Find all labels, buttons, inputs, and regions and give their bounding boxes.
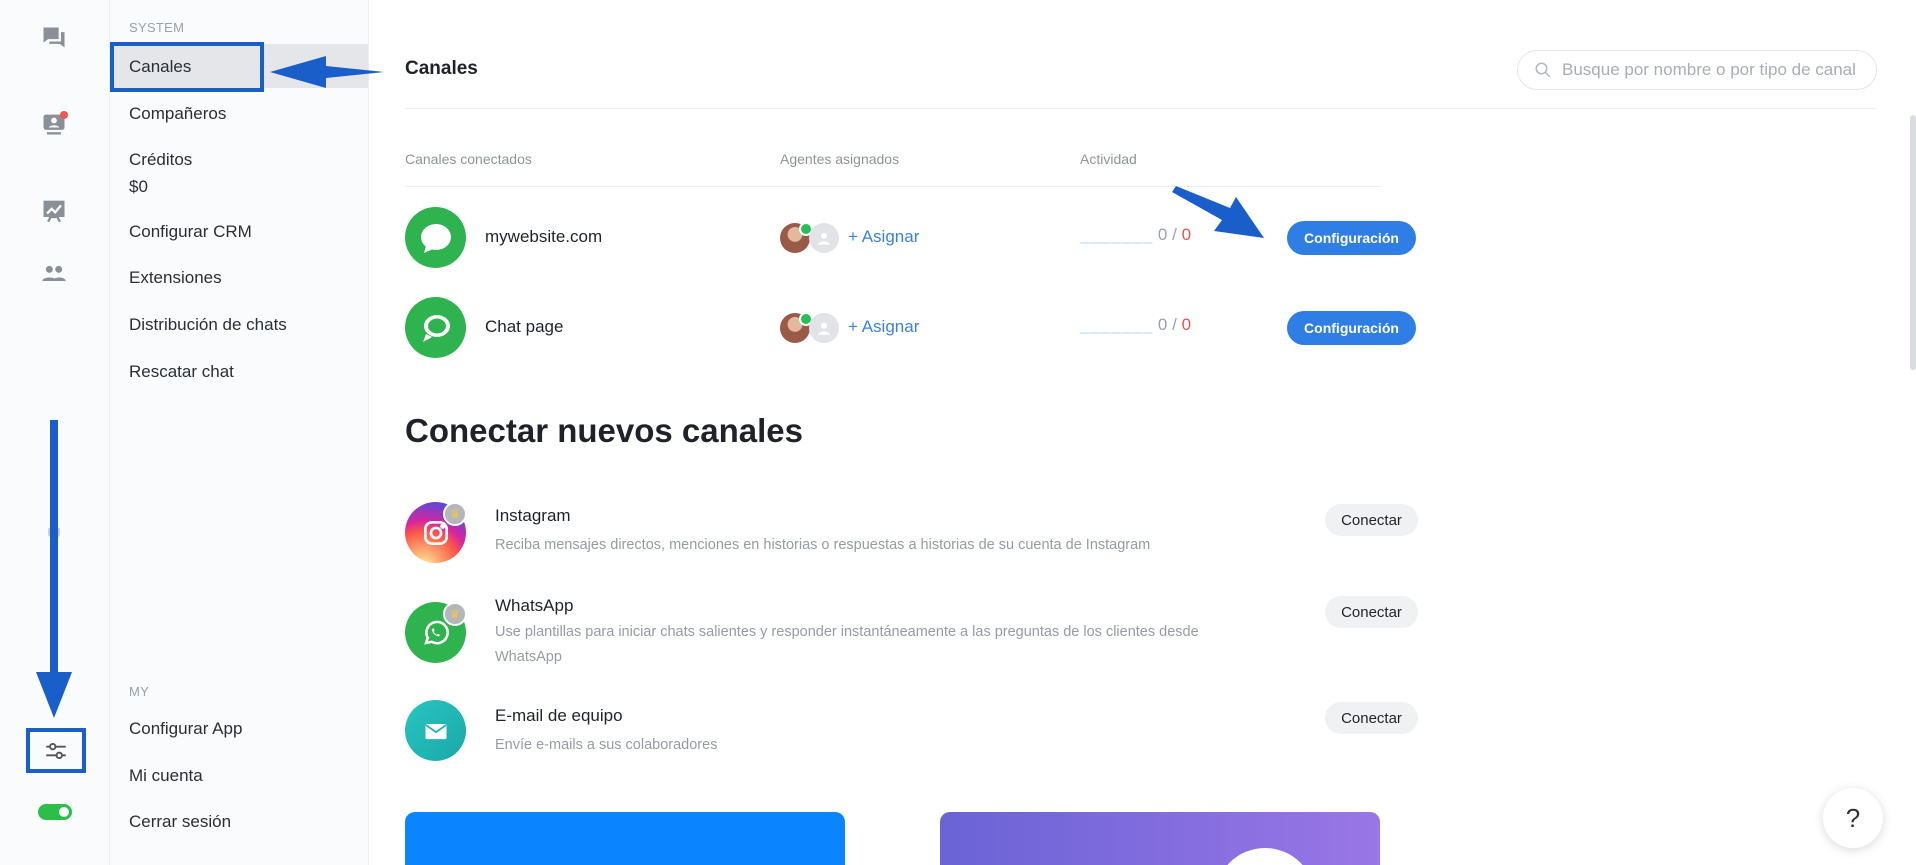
divider [405,186,1381,187]
page-title: Canales [405,58,478,79]
column-header-actividad: Actividad [1080,151,1137,167]
channel-name: Chat page [485,317,564,336]
email-logo-icon [405,700,466,761]
chat-page-logo-icon [405,297,466,358]
column-header-agentes: Agentes asignados [780,151,900,167]
icon-rail [0,0,110,865]
channel-description: Envíe e-mails a sus colaboradores [495,737,718,753]
conectar-button[interactable]: Conectar [1325,504,1418,536]
faded-icon[interactable] [38,515,70,547]
notification-dot [60,111,68,119]
channel-description: Reciba mensajes directos, menciones en h… [495,537,1151,553]
configuracion-button[interactable]: Configuración [1287,311,1416,345]
assign-link[interactable]: + Asignar [848,317,919,337]
activity-sparkline: _______ [1080,225,1154,244]
empty-avatar-icon [809,223,839,253]
faded-icon[interactable] [38,440,70,472]
faded-icon[interactable] [38,592,70,624]
menu-item-configurar-app[interactable]: Configurar App [129,719,242,739]
chat-icon[interactable] [38,22,70,54]
activity-separator: / [1167,225,1182,244]
chat-bubble-logo-icon [405,207,466,268]
configuracion-button[interactable]: Configuración [1287,221,1416,255]
faded-icon[interactable] [38,664,70,696]
crown-icon: ♛ [443,502,467,526]
column-header-canales: Canales conectados [405,151,532,167]
team-icon[interactable] [38,258,70,290]
menu-item-distribucion[interactable]: Distribución de chats [129,315,287,335]
activity-count: 0 [1157,225,1168,244]
promo-card-blue[interactable] [405,812,845,865]
conectar-button[interactable]: Conectar [1325,596,1418,628]
activity-meter: _______ 0 / 0 [1080,225,1191,245]
menu-item-canales[interactable]: Canales [110,42,264,92]
channel-name: mywebsite.com [485,227,603,246]
online-status-toggle[interactable] [38,804,72,820]
channel-title: Instagram [495,506,571,525]
activity-total: 0 [1181,315,1192,334]
my-section-label: MY [129,684,150,699]
system-section-label: SYSTEM [129,20,185,35]
app-window: SYSTEM Canales Compañeros Créditos $0 Co… [0,0,1916,865]
search-input[interactable] [1562,60,1862,80]
menu-item-configurar-crm[interactable]: Configurar CRM [129,222,252,242]
assign-link[interactable]: + Asignar [848,227,919,247]
empty-avatar-icon [809,313,839,343]
activity-sparkline: _______ [1080,315,1154,334]
help-button[interactable]: ? [1823,788,1883,848]
table-row: mywebsite.com + Asignar _______ 0 / 0 Co… [405,207,1416,269]
menu-item-creditos[interactable]: Créditos [129,150,192,170]
crown-icon: ♛ [443,602,467,626]
menu-item-extensiones[interactable]: Extensiones [129,268,222,288]
table-row: Chat page + Asignar _______ 0 / 0 Config… [405,297,1416,359]
divider [405,108,1877,109]
menu-item-companeros[interactable]: Compañeros [129,104,226,124]
channel-title: E-mail de equipo [495,706,623,725]
menu-item-rescatar-chat[interactable]: Rescatar chat [129,362,234,382]
visitors-icon[interactable] [38,108,70,140]
activity-separator: / [1167,315,1182,334]
activity-total: 0 [1181,225,1192,244]
agent-avatar [780,312,813,343]
promo-card-purple[interactable] [940,812,1380,865]
settings-sliders-icon[interactable] [26,728,86,773]
credits-value: $0 [129,177,148,196]
search-icon [1535,62,1551,78]
analytics-icon[interactable] [38,194,70,226]
conectar-button[interactable]: Conectar [1325,702,1418,734]
menu-item-cerrar-sesion[interactable]: Cerrar sesión [129,812,231,832]
channel-description: Use plantillas para iniciar chats salien… [495,624,1199,665]
main-content: Canales Canales conectados Agentes asign… [369,0,1916,865]
new-channels-heading: Conectar nuevos canales [405,412,803,449]
channel-title: WhatsApp [495,596,574,615]
settings-menu: SYSTEM Canales Compañeros Créditos $0 Co… [110,0,369,865]
menu-item-mi-cuenta[interactable]: Mi cuenta [129,766,203,786]
activity-count: 0 [1157,315,1168,334]
scrollbar[interactable] [1910,115,1916,370]
search-box[interactable] [1517,50,1877,90]
activity-meter: _______ 0 / 0 [1080,315,1191,335]
agent-avatar [780,222,813,253]
